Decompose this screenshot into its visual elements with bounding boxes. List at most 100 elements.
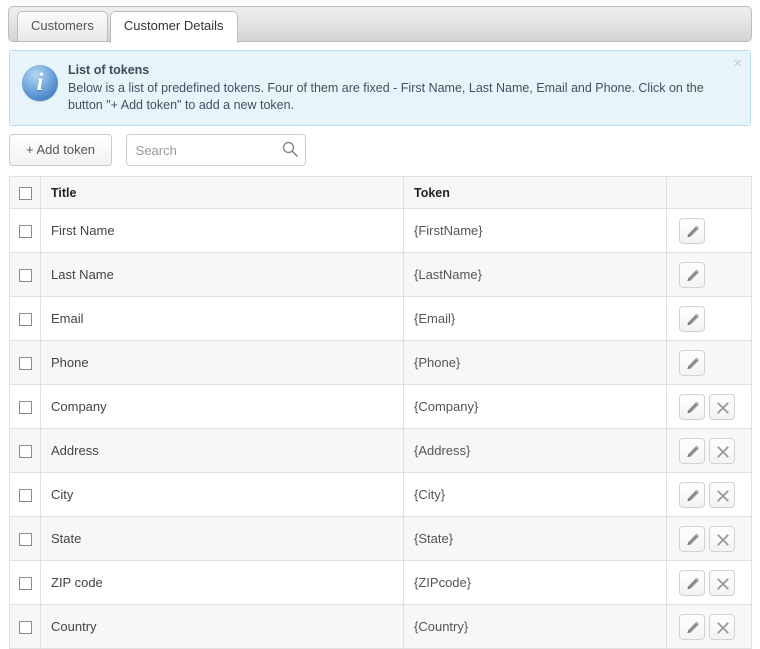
- row-select-cell: [9, 252, 41, 297]
- search-box: [125, 134, 306, 166]
- info-body: Below is a list of predefined tokens. Fo…: [68, 81, 704, 112]
- cell-token: {Email}: [403, 296, 667, 341]
- select-all-checkbox[interactable]: [18, 186, 32, 200]
- row-checkbox[interactable]: [18, 621, 32, 635]
- table-row: City {City}: [9, 472, 752, 517]
- row-checkbox[interactable]: [18, 533, 32, 547]
- cell-actions: [666, 296, 752, 341]
- delete-button[interactable]: [709, 525, 735, 552]
- header-title: Title: [40, 176, 404, 209]
- edit-button[interactable]: [679, 613, 705, 640]
- row-select-cell: [9, 340, 41, 385]
- cell-actions: [666, 472, 752, 517]
- cell-actions: [666, 516, 752, 561]
- table-row: ZIP code {ZIPcode}: [9, 560, 752, 605]
- cell-title: First Name: [40, 208, 404, 253]
- search-input[interactable]: [125, 134, 306, 166]
- table-row: Phone {Phone}: [9, 340, 752, 385]
- table-body: First Name {FirstName} Last Name {LastName}…: [9, 208, 752, 649]
- edit-button[interactable]: [679, 393, 705, 420]
- edit-button[interactable]: [679, 261, 705, 288]
- tokens-table-container: Title Token First Name {FirstName} Last Na…: [9, 176, 752, 649]
- cell-token: {Country}: [403, 604, 667, 649]
- cell-token: {City}: [403, 472, 667, 517]
- cell-actions: [666, 560, 752, 605]
- header-select-all: [9, 176, 41, 209]
- row-checkbox[interactable]: [18, 313, 32, 327]
- table-row: First Name {FirstName}: [9, 208, 752, 253]
- edit-button[interactable]: [679, 349, 705, 376]
- row-checkbox[interactable]: [18, 489, 32, 503]
- delete-button[interactable]: [709, 393, 735, 420]
- cell-actions: [666, 340, 752, 385]
- row-select-cell: [9, 472, 41, 517]
- cell-title: Country: [40, 604, 404, 649]
- delete-button[interactable]: [709, 481, 735, 508]
- close-icon[interactable]: ×: [733, 56, 742, 71]
- row-select-cell: [9, 296, 41, 341]
- info-circle-icon: [22, 65, 58, 101]
- table-row: Last Name {LastName}: [9, 252, 752, 297]
- row-checkbox[interactable]: [18, 445, 32, 459]
- cell-title: Phone: [40, 340, 404, 385]
- cell-actions: [666, 252, 752, 297]
- edit-button[interactable]: [679, 569, 705, 596]
- edit-button[interactable]: [679, 305, 705, 332]
- cell-token: {FirstName}: [403, 208, 667, 253]
- row-checkbox[interactable]: [18, 401, 32, 415]
- tab-customer-details[interactable]: Customer Details: [109, 11, 238, 43]
- row-select-cell: [9, 560, 41, 605]
- delete-button[interactable]: [709, 437, 735, 464]
- row-checkbox[interactable]: [18, 577, 32, 591]
- row-select-cell: [9, 516, 41, 561]
- row-checkbox[interactable]: [18, 357, 32, 371]
- cell-token: {Phone}: [403, 340, 667, 385]
- cell-title: City: [40, 472, 404, 517]
- edit-button[interactable]: [679, 437, 705, 464]
- table-header-row: Title Token: [9, 176, 752, 209]
- delete-button[interactable]: [709, 613, 735, 640]
- cell-token: {Company}: [403, 384, 667, 429]
- info-title: List of tokens: [68, 63, 150, 77]
- cell-title: Email: [40, 296, 404, 341]
- table-row: Email {Email}: [9, 296, 752, 341]
- edit-button[interactable]: [679, 481, 705, 508]
- header-token: Token: [403, 176, 667, 209]
- row-checkbox[interactable]: [18, 269, 32, 283]
- row-select-cell: [9, 604, 41, 649]
- add-token-button[interactable]: + Add token: [9, 134, 113, 166]
- cell-actions: [666, 384, 752, 429]
- tokens-table: Title Token First Name {FirstName} Last Na…: [9, 176, 752, 649]
- cell-title: State: [40, 516, 404, 561]
- info-text-block: List of tokens Below is a list of predef…: [68, 62, 720, 114]
- cell-token: {Address}: [403, 428, 667, 473]
- cell-title: ZIP code: [40, 560, 404, 605]
- info-notification-box: List of tokens Below is a list of predef…: [9, 50, 751, 126]
- edit-button[interactable]: [679, 217, 705, 244]
- row-select-cell: [9, 384, 41, 429]
- tab-bar: Customers Customer Details: [8, 6, 752, 43]
- edit-button[interactable]: [679, 525, 705, 552]
- table-row: Company {Company}: [9, 384, 752, 429]
- cell-token: {State}: [403, 516, 667, 561]
- cell-title: Address: [40, 428, 404, 473]
- delete-button[interactable]: [709, 569, 735, 596]
- table-header: Title Token: [9, 176, 752, 209]
- cell-actions: [666, 604, 752, 649]
- cell-title: Company: [40, 384, 404, 429]
- cell-actions: [666, 208, 752, 253]
- table-row: State {State}: [9, 516, 752, 561]
- cell-token: {ZIPcode}: [403, 560, 667, 605]
- row-select-cell: [9, 428, 41, 473]
- row-select-cell: [9, 208, 41, 253]
- table-row: Country {Country}: [9, 604, 752, 649]
- cell-actions: [666, 428, 752, 473]
- toolbar: + Add token: [9, 134, 751, 166]
- tab-bar-container: Customers Customer Details: [8, 6, 752, 43]
- cell-title: Last Name: [40, 252, 404, 297]
- row-checkbox[interactable]: [18, 225, 32, 239]
- cell-token: {LastName}: [403, 252, 667, 297]
- header-actions: [666, 176, 752, 209]
- tab-customers[interactable]: Customers: [17, 11, 108, 41]
- table-row: Address {Address}: [9, 428, 752, 473]
